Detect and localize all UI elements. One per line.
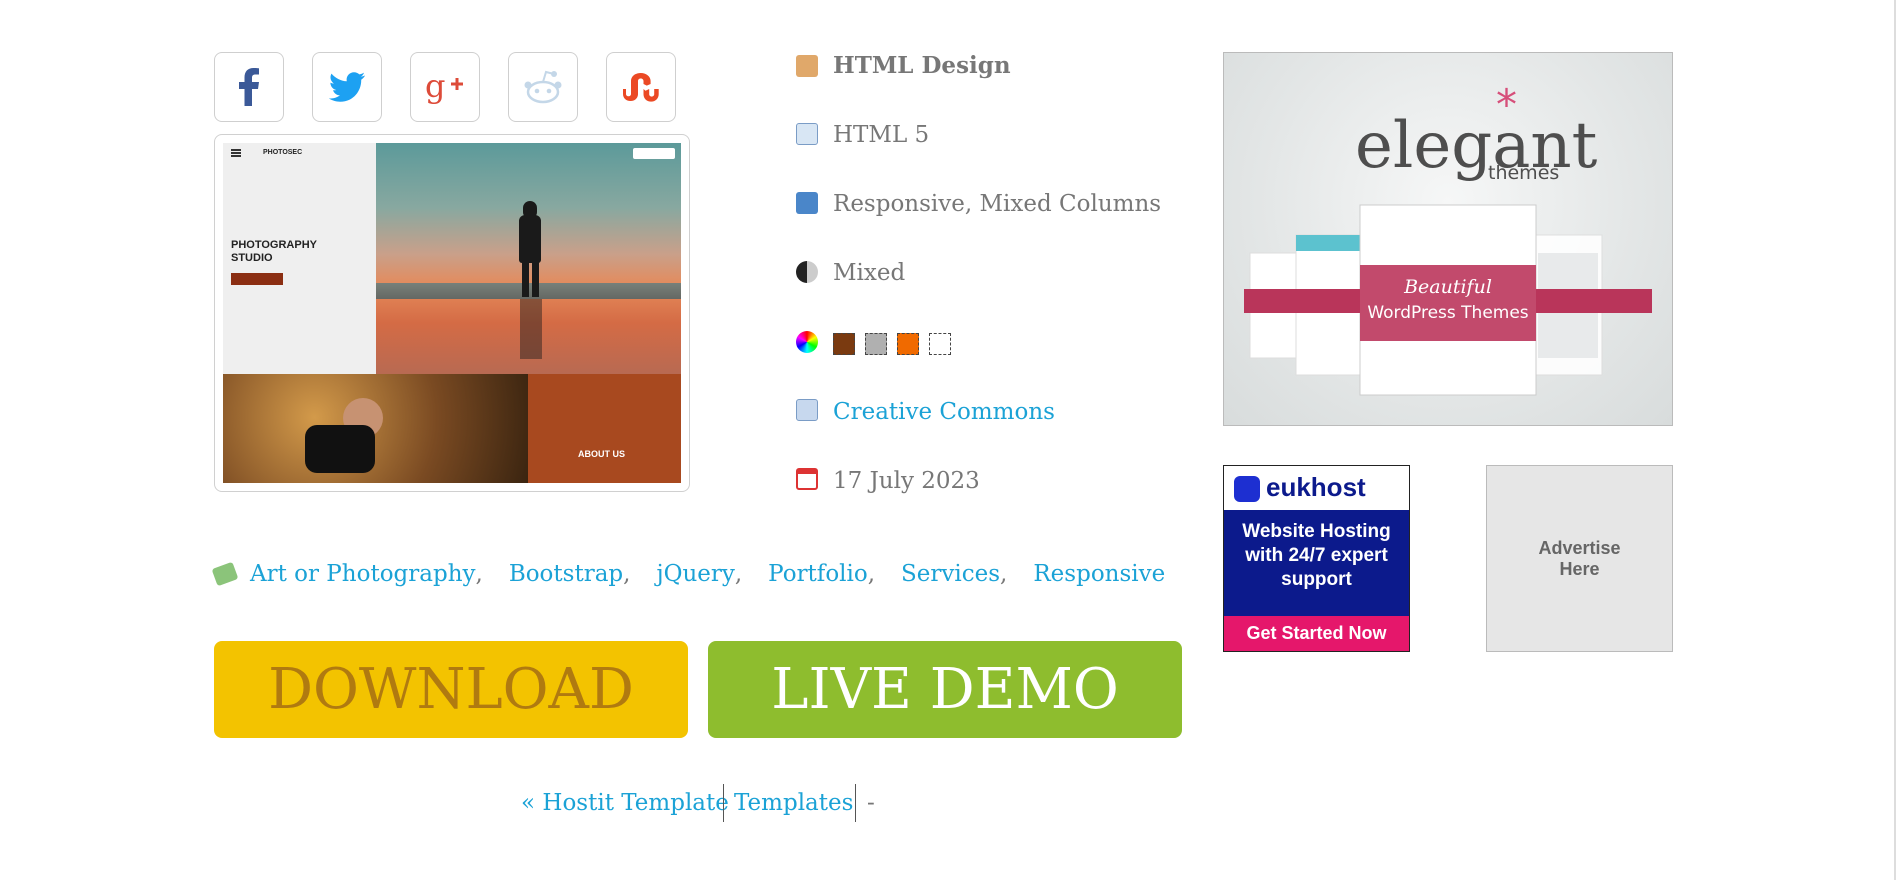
tag-separator: ,: [734, 561, 743, 587]
tag-list: Art or Photography, Bootstrap, jQuery, P…: [211, 558, 1165, 590]
elegant-banner-line1: Beautiful: [1403, 276, 1492, 298]
tag-separator: ,: [867, 561, 876, 587]
layout-icon: [796, 192, 818, 214]
google-plus-share-button[interactable]: g: [410, 52, 480, 122]
tag-link[interactable]: Services: [901, 558, 1000, 590]
advertise-here-ad[interactable]: Advertise Here: [1486, 465, 1673, 652]
design-icon: [796, 55, 818, 77]
color-swatch: [833, 333, 855, 355]
release-date: 17 July 2023: [833, 468, 980, 494]
stumbleupon-share-button[interactable]: [606, 52, 676, 122]
advertise-label: Advertise Here: [1538, 538, 1620, 580]
download-button[interactable]: DOWNLOAD: [214, 641, 688, 738]
elegant-banner-line2: WordPress Themes: [1367, 303, 1528, 323]
design-type: HTML Design: [833, 52, 1011, 79]
twitter-share-button[interactable]: [312, 52, 382, 122]
theme-card-header: [1296, 235, 1366, 251]
tag-link[interactable]: jQuery: [656, 558, 734, 590]
facebook-icon: [239, 68, 259, 106]
preview-camera: [305, 425, 375, 473]
twitter-icon: [329, 72, 365, 102]
reddit-share-button[interactable]: [508, 52, 578, 122]
color-scheme: Mixed: [833, 260, 906, 286]
eukhost-header: eukhost: [1224, 466, 1409, 510]
preview-brand: PHOTOSEC: [263, 149, 303, 156]
template-preview-image[interactable]: PHOTOSEC PHOTOGRAPHY STUDIO ABOUT US: [214, 134, 690, 492]
tag-link[interactable]: Portfolio: [768, 558, 868, 590]
license-link[interactable]: Creative Commons: [833, 398, 1055, 426]
html-version: HTML 5: [833, 122, 930, 148]
preview-read-more: [231, 273, 283, 285]
live-demo-button[interactable]: LIVE DEMO: [708, 641, 1182, 738]
elegant-themes-ad[interactable]: elegant * themes Beautiful WordPress The…: [1223, 52, 1673, 426]
tag-link[interactable]: Bootstrap: [509, 558, 623, 590]
tag-link[interactable]: Art or Photography: [250, 558, 476, 590]
preview-figure-leg: [532, 261, 539, 297]
preview-hero-title-line2: STUDIO: [231, 252, 273, 264]
preview-hero-left: PHOTOSEC PHOTOGRAPHY STUDIO: [223, 143, 376, 374]
palette-icon: [796, 331, 818, 353]
eukhost-brand: eukhost: [1266, 472, 1366, 502]
preview-figure-reflection: [520, 299, 542, 359]
calendar-icon: [796, 468, 818, 490]
preview-about-title: ABOUT US: [578, 449, 625, 459]
eukhost-ad[interactable]: eukhost Website Hosting with 24/7 expert…: [1223, 465, 1410, 652]
facebook-share-button[interactable]: [214, 52, 284, 122]
preview-figure-body: [519, 215, 541, 263]
advertise-line1: Advertise: [1538, 537, 1621, 558]
templates-category-link[interactable]: Templates: [734, 783, 853, 823]
elegant-brand: elegant: [1355, 109, 1598, 183]
preview-hero-title: PHOTOGRAPHY STUDIO: [231, 239, 317, 265]
color-swatch: [865, 333, 887, 355]
color-swatch: [929, 333, 951, 355]
color-swatch: [897, 333, 919, 355]
preview-about-panel: [528, 374, 681, 483]
nav-divider: [855, 784, 856, 822]
reddit-icon: [524, 70, 562, 104]
preview-screenshot: PHOTOSEC PHOTOGRAPHY STUDIO ABOUT US: [223, 143, 681, 483]
color-scheme-icon: [796, 261, 818, 283]
google-plus-icon: g: [425, 70, 463, 104]
html-file-icon: [796, 123, 818, 145]
tag-separator: ,: [623, 561, 631, 587]
prev-template-link[interactable]: « Hostit Template: [521, 783, 729, 823]
nav-divider: [723, 784, 724, 822]
stumbleupon-icon: [623, 73, 659, 102]
preview-call-button: [633, 148, 675, 159]
tag-link[interactable]: Responsive: [1033, 558, 1165, 590]
elegant-themes-ad-art: elegant * themes Beautiful WordPress The…: [1244, 80, 1652, 396]
preview-hero-title-line1: PHOTOGRAPHY: [231, 239, 317, 251]
eukhost-logo-icon: [1234, 476, 1260, 502]
preview-menu-icon: [231, 149, 241, 157]
elegant-brand-suffix: themes: [1488, 162, 1559, 184]
preview-figure-leg: [522, 261, 529, 297]
tag-separator: ,: [475, 561, 483, 587]
svg-text:g: g: [425, 70, 445, 104]
eukhost-cta[interactable]: Get Started Now: [1224, 616, 1409, 651]
eukhost-tagline: Website Hosting with 24/7 expert support: [1224, 510, 1409, 616]
advertise-line2: Here: [1559, 558, 1600, 579]
license-icon: [796, 399, 818, 421]
tag-icon: [211, 561, 239, 587]
tag-separator: ,: [1000, 561, 1008, 587]
asterisk-icon: *: [1496, 80, 1517, 129]
layout-type: Responsive, Mixed Columns: [833, 191, 1162, 217]
next-template-link[interactable]: -: [867, 783, 875, 823]
